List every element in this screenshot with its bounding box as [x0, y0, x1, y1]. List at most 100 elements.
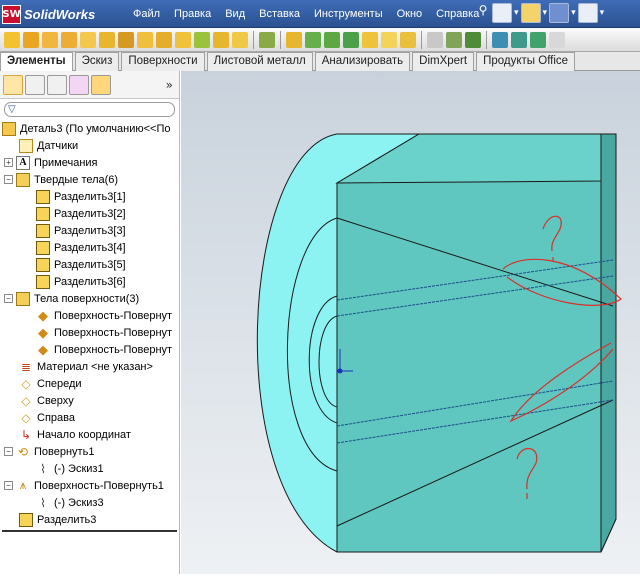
solid-body-icon — [36, 223, 50, 238]
tab-features[interactable]: Элементы — [0, 52, 73, 71]
chevron-down-icon[interactable]: ▾ — [543, 8, 548, 18]
smart-dimension-icon[interactable] — [446, 31, 462, 48]
tree-item-top-plane[interactable]: ◇ Сверху — [0, 392, 179, 409]
split-icon[interactable] — [362, 31, 378, 48]
tab-surfaces[interactable]: Поверхности — [121, 52, 205, 71]
tab-dimxpert[interactable]: DimXpert — [412, 52, 475, 71]
sketch-grid-icon[interactable] — [427, 31, 443, 48]
tree-item-split-5[interactable]: Разделить3[5] — [0, 256, 179, 273]
tree-item-annotations[interactable]: + A Примечания — [0, 154, 179, 171]
tree-item-front-plane[interactable]: ◇ Спереди — [0, 375, 179, 392]
tree-item-surface-1[interactable]: ◆ Поверхность-Повернут — [0, 307, 179, 324]
collapse-toggle[interactable]: − — [4, 294, 13, 303]
solid-body-icon — [36, 240, 50, 255]
tab-evaluate[interactable]: Анализировать — [314, 52, 411, 71]
menu-tools[interactable]: Инструменты — [307, 8, 390, 20]
chevron-down-icon[interactable]: ▾ — [600, 8, 605, 18]
view-icon[interactable] — [549, 31, 565, 48]
revolved-cut-icon[interactable] — [118, 31, 134, 48]
tree-item-split3[interactable]: Разделить3 — [0, 511, 179, 528]
collapse-toggle[interactable]: − — [4, 481, 13, 490]
tree-item-revolve1[interactable]: − ⟲ Повернуть1 — [0, 443, 179, 460]
curves-icon[interactable] — [324, 31, 340, 48]
mirror-icon[interactable] — [286, 31, 302, 48]
reference-geometry-icon[interactable] — [305, 31, 321, 48]
tab-sketch[interactable]: Эскиз — [74, 52, 120, 71]
feature-manager-tab-icon[interactable] — [3, 74, 23, 95]
print-icon[interactable] — [577, 3, 598, 23]
swept-boss-icon[interactable] — [42, 31, 58, 48]
tree-item-sensors[interactable]: Датчики — [0, 137, 179, 154]
tree-item-split-2[interactable]: Разделить3[2] — [0, 205, 179, 222]
tree-item-solid-bodies[interactable]: − Твердые тела(6) — [0, 171, 179, 188]
tree-item-sketch1[interactable]: ⌇ (-) Эскиз1 — [0, 460, 179, 477]
circle-icon[interactable] — [511, 31, 527, 48]
tree-item-sketch3[interactable]: ⌇ (-) Эскиз3 — [0, 494, 179, 511]
collapse-toggle[interactable]: − — [4, 175, 13, 184]
extruded-cut-icon[interactable] — [99, 31, 115, 48]
tree-item-split-3[interactable]: Разделить3[3] — [0, 222, 179, 239]
menu-window[interactable]: Окно — [390, 8, 430, 20]
appearance-tab-icon[interactable] — [91, 74, 111, 95]
menu-view[interactable]: Вид — [218, 8, 252, 20]
tree-item-origin[interactable]: ↳ Начало координат — [0, 426, 179, 443]
dimxpert-manager-tab-icon[interactable] — [69, 74, 89, 95]
tree-item-label: Разделить3[4] — [54, 241, 126, 254]
menu-insert[interactable]: Вставка — [252, 8, 307, 20]
tree-item-right-plane[interactable]: ◇ Справа — [0, 409, 179, 426]
lofted-boss-icon[interactable] — [61, 31, 77, 48]
collapse-toggle[interactable]: − — [4, 447, 13, 456]
tree-filter-input[interactable]: ▽ — [4, 102, 175, 117]
tree-item-material[interactable]: ≣ Материал <не указан> — [0, 358, 179, 375]
menu-file[interactable]: Файл — [126, 8, 167, 20]
tab-office-products[interactable]: Продукты Office — [476, 52, 576, 71]
boundary-boss-icon[interactable] — [80, 31, 96, 48]
chamfer-icon[interactable] — [175, 31, 191, 48]
tree-item-label: Разделить3[3] — [54, 224, 126, 237]
expand-chevron-icon[interactable]: » — [166, 78, 173, 92]
spline-icon[interactable] — [465, 31, 481, 48]
expand-toggle[interactable]: + — [4, 158, 13, 167]
revolve-icon: ⟲ — [17, 444, 29, 459]
tree-item-split-4[interactable]: Разделить3[4] — [0, 239, 179, 256]
instant3d-icon[interactable] — [343, 31, 359, 48]
new-document-icon[interactable] — [492, 3, 512, 23]
tab-sheet-metal[interactable]: Листовой металл — [206, 52, 313, 71]
property-manager-tab-icon[interactable] — [25, 74, 45, 95]
rib-icon[interactable] — [194, 31, 210, 48]
menu-edit[interactable]: Правка — [167, 8, 218, 20]
rollback-bar[interactable] — [2, 530, 177, 532]
open-folder-icon[interactable] — [520, 3, 541, 23]
draft-icon[interactable] — [213, 31, 229, 48]
shell-icon[interactable] — [232, 31, 248, 48]
pin-icon[interactable]: ⚲ — [476, 3, 490, 23]
chevron-down-icon[interactable]: ▾ — [514, 8, 519, 18]
part-model-view[interactable] — [181, 71, 640, 574]
tree-item-split-6[interactable]: Разделить3[6] — [0, 273, 179, 290]
tree-item-label: Спереди — [37, 377, 82, 390]
fillet-icon[interactable] — [156, 31, 172, 48]
extruded-boss-icon[interactable] — [4, 31, 20, 48]
hole-wizard-icon[interactable] — [137, 31, 153, 48]
intersect-icon[interactable] — [381, 31, 397, 48]
configuration-manager-tab-icon[interactable] — [47, 74, 67, 95]
tree-item-label: Тела поверхности(3) — [34, 292, 140, 305]
solid-body-icon — [36, 274, 50, 289]
tree-item-root[interactable]: Деталь3 (По умолчанию<<По — [0, 120, 179, 137]
solidworks-logo[interactable]: SW SolidWorks — [2, 2, 120, 26]
annotation-icon: A — [16, 155, 30, 170]
tree-item-split-1[interactable]: Разделить3[1] — [0, 188, 179, 205]
combine-icon[interactable] — [400, 31, 416, 48]
tree-item-surface-revolve1[interactable]: − ⩚ Поверхность-Повернуть1 — [0, 477, 179, 494]
flag-icon[interactable] — [530, 31, 546, 48]
chevron-down-icon[interactable]: ▾ — [571, 8, 576, 18]
line-icon[interactable] — [492, 31, 508, 48]
save-icon[interactable] — [549, 3, 570, 23]
graphics-area[interactable] — [181, 71, 640, 574]
block-face — [336, 133, 617, 553]
tree-item-surface-bodies[interactable]: − Тела поверхности(3) — [0, 290, 179, 307]
linear-pattern-icon[interactable] — [259, 31, 275, 48]
revolved-boss-icon[interactable] — [23, 31, 39, 48]
tree-item-surface-3[interactable]: ◆ Поверхность-Повернут — [0, 341, 179, 358]
tree-item-surface-2[interactable]: ◆ Поверхность-Повернут — [0, 324, 179, 341]
